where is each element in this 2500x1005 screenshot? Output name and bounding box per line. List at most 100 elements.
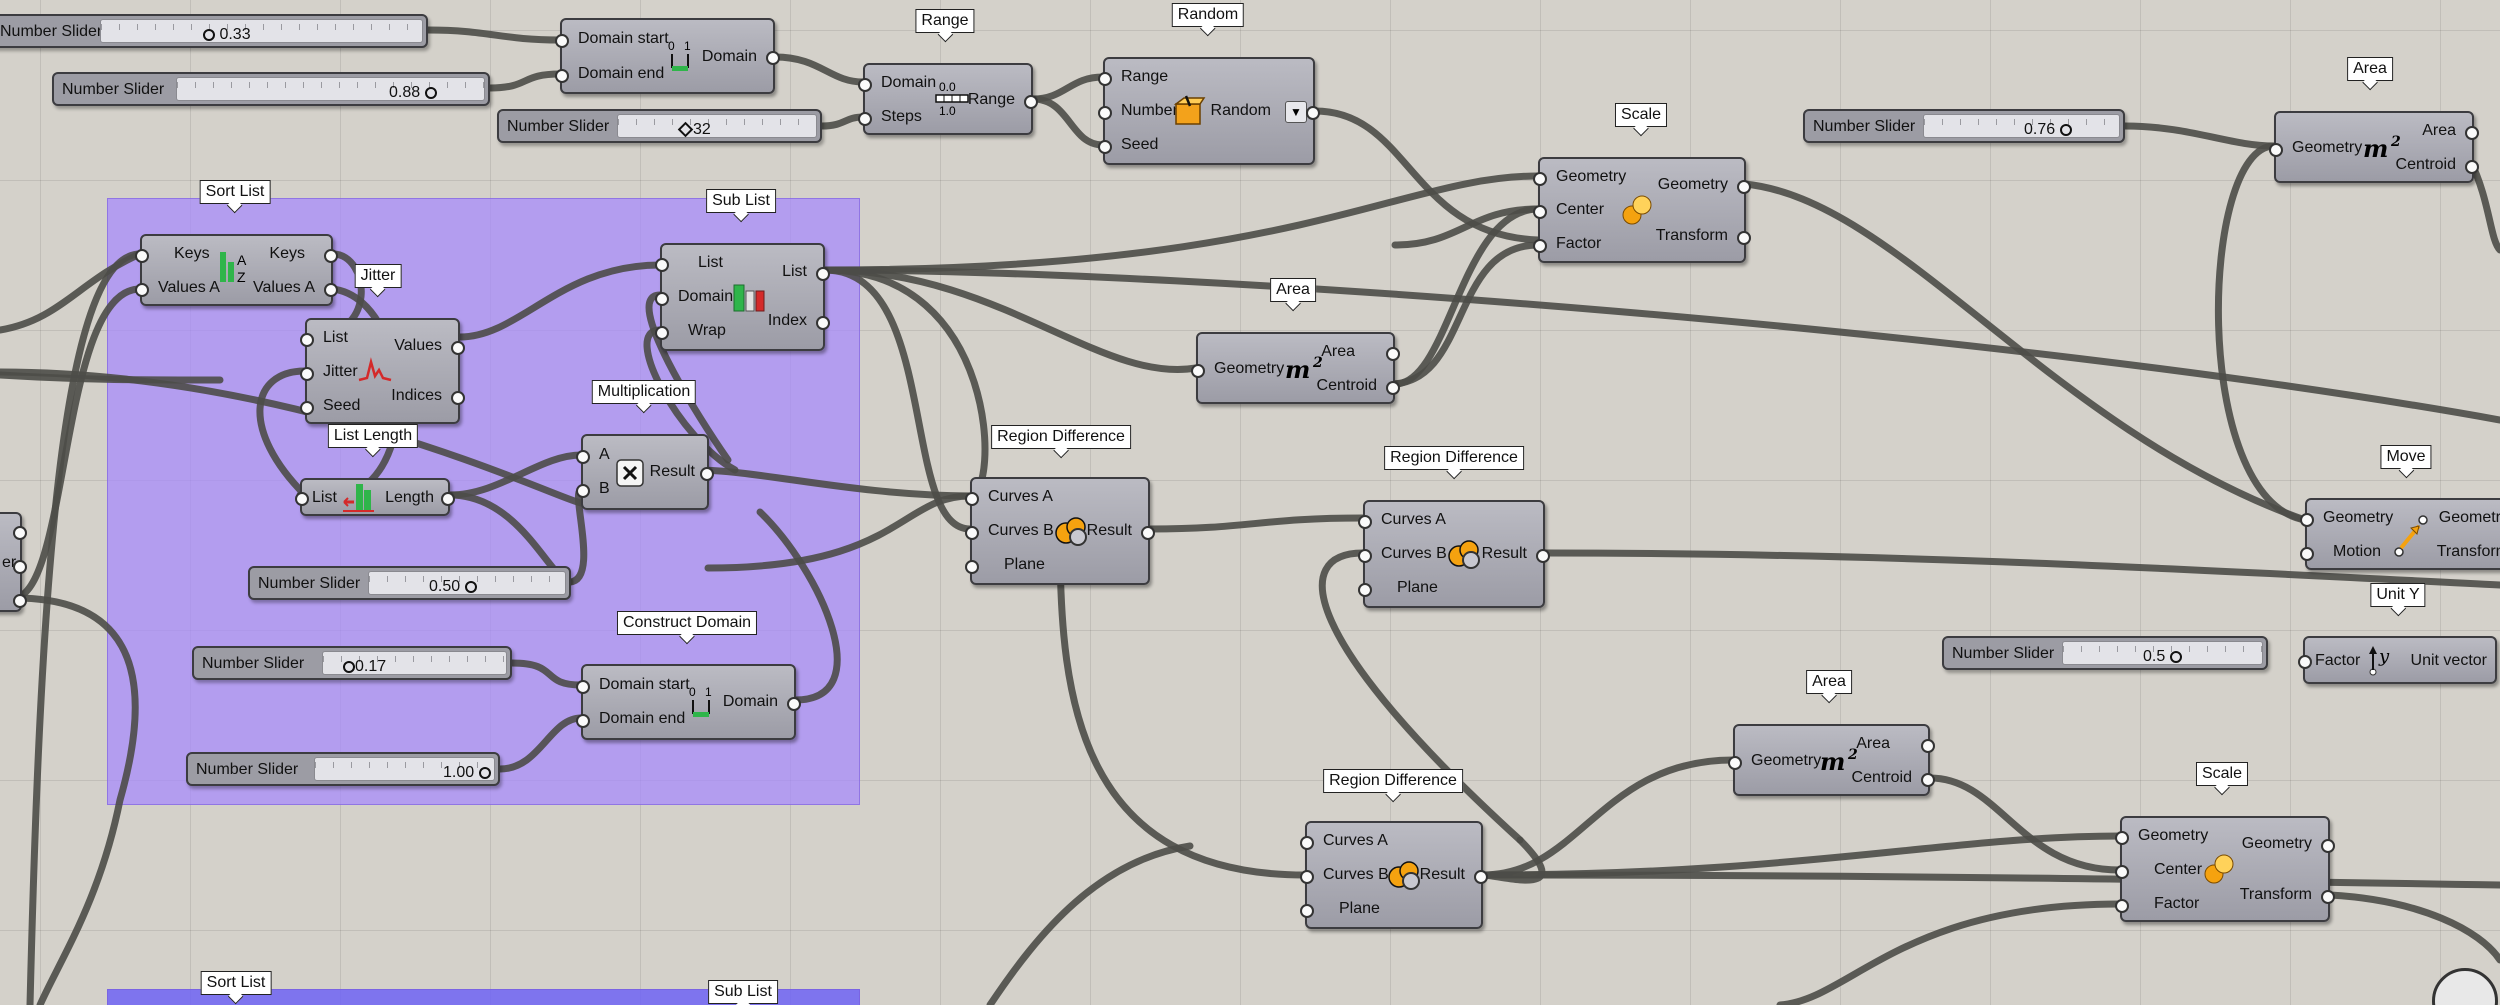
- input-grip[interactable]: [2115, 899, 2129, 913]
- output-grip[interactable]: [13, 526, 27, 540]
- input-grip[interactable]: [655, 326, 669, 340]
- input-grip[interactable]: [858, 112, 872, 126]
- gear-icon[interactable]: [2432, 968, 2498, 1005]
- input-grip[interactable]: [295, 492, 309, 506]
- input-grip[interactable]: [965, 492, 979, 506]
- input-grip[interactable]: [2298, 655, 2312, 669]
- region-difference-component[interactable]: Curves A Curves B Plane Result: [1358, 500, 1550, 608]
- sort-list-component[interactable]: Keys Values A Keys Values A AZ: [135, 234, 338, 306]
- output-grip[interactable]: [2321, 890, 2335, 904]
- construct-domain-component[interactable]: Domain start Domain end Domain 01: [555, 18, 780, 94]
- output-grip[interactable]: [451, 341, 465, 355]
- slider-knob[interactable]: [203, 28, 215, 41]
- input-grip[interactable]: [555, 69, 569, 83]
- output-grip[interactable]: [1386, 347, 1400, 361]
- output-grip[interactable]: [1024, 95, 1038, 109]
- sub-list-component[interactable]: List Domain Wrap List Index: [655, 243, 830, 351]
- input-grip[interactable]: [1098, 72, 1112, 86]
- output-grip[interactable]: [1737, 180, 1751, 194]
- output-grip[interactable]: [441, 492, 455, 506]
- range-component[interactable]: Domain Steps Range 0.0 1.0: [858, 63, 1038, 135]
- output-grip[interactable]: [1921, 773, 1935, 787]
- input-grip[interactable]: [2269, 143, 2283, 157]
- input-grip[interactable]: [576, 680, 590, 694]
- number-slider[interactable]: Number Slider 0.50: [248, 566, 571, 600]
- input-grip[interactable]: [576, 714, 590, 728]
- grasshopper-canvas[interactable]: Number Slider 0.33 Number Slider 0.88 Nu…: [0, 0, 2500, 1005]
- input-grip[interactable]: [1533, 239, 1547, 253]
- input-grip[interactable]: [965, 560, 979, 574]
- output-grip[interactable]: [1536, 549, 1550, 563]
- slider-knob[interactable]: [478, 766, 491, 779]
- input-grip[interactable]: [1358, 549, 1372, 563]
- output-grip[interactable]: [451, 391, 465, 405]
- output-grip[interactable]: [816, 316, 830, 330]
- output-grip[interactable]: [324, 249, 338, 263]
- output-grip[interactable]: [13, 594, 27, 608]
- number-slider[interactable]: Number Slider 0.5: [1942, 636, 2268, 670]
- slider-track[interactable]: 0.17: [322, 651, 507, 675]
- input-grip[interactable]: [2300, 547, 2314, 561]
- slider-track[interactable]: 1.00: [314, 757, 495, 781]
- input-grip[interactable]: [300, 401, 314, 415]
- slider-knob[interactable]: [2059, 123, 2072, 136]
- input-grip[interactable]: [135, 249, 149, 263]
- input-grip[interactable]: [1300, 836, 1314, 850]
- input-grip[interactable]: [858, 78, 872, 92]
- input-grip[interactable]: [300, 333, 314, 347]
- number-slider[interactable]: Number Slider 1.00: [186, 752, 500, 786]
- output-grip[interactable]: [2321, 839, 2335, 853]
- input-grip[interactable]: [300, 367, 314, 381]
- input-grip[interactable]: [576, 450, 590, 464]
- multiplication-component[interactable]: A B Result: [576, 434, 714, 510]
- scale-component[interactable]: Geometry Center Factor Geometry Transfor…: [1533, 157, 1751, 263]
- output-grip[interactable]: [766, 51, 780, 65]
- input-grip[interactable]: [1358, 515, 1372, 529]
- random-component[interactable]: Range Number Seed Random ▼: [1098, 57, 1320, 165]
- output-grip[interactable]: [1306, 106, 1320, 120]
- input-grip[interactable]: [1300, 870, 1314, 884]
- input-grip[interactable]: [135, 283, 149, 297]
- number-slider[interactable]: Number Slider 0.76: [1803, 109, 2125, 143]
- output-grip[interactable]: [1474, 870, 1488, 884]
- slider-knob[interactable]: [424, 86, 437, 99]
- output-grip[interactable]: [1386, 381, 1400, 395]
- number-slider[interactable]: Number Slider 0.17: [192, 646, 512, 680]
- input-grip[interactable]: [1728, 756, 1742, 770]
- number-slider[interactable]: Number Slider 32: [497, 109, 822, 143]
- input-grip[interactable]: [1358, 583, 1372, 597]
- area-component[interactable]: Geometry Area Centroid m2: [1191, 332, 1400, 404]
- slider-knob[interactable]: [2169, 650, 2182, 663]
- region-difference-component[interactable]: Curves A Curves B Plane Result: [1300, 821, 1488, 929]
- slider-track[interactable]: 0.88: [176, 77, 485, 101]
- input-grip[interactable]: [1533, 205, 1547, 219]
- list-length-component[interactable]: List Length: [295, 478, 455, 516]
- input-grip[interactable]: [655, 292, 669, 306]
- construct-domain-component[interactable]: Domain start Domain end Domain 01: [576, 664, 801, 740]
- slider-track[interactable]: 0.5: [2062, 641, 2263, 665]
- slider-track[interactable]: 0.33: [100, 19, 423, 43]
- input-grip[interactable]: [2300, 513, 2314, 527]
- output-grip[interactable]: [816, 267, 830, 281]
- area-component[interactable]: Geometry Area Centroid m2: [2269, 111, 2479, 183]
- input-grip[interactable]: [2115, 865, 2129, 879]
- output-grip[interactable]: [1737, 231, 1751, 245]
- output-grip[interactable]: [324, 283, 338, 297]
- unit-y-component[interactable]: Factor Unit vector y: [2298, 636, 2497, 684]
- input-grip[interactable]: [2115, 831, 2129, 845]
- slider-knob[interactable]: [677, 121, 694, 138]
- output-grip[interactable]: [2465, 126, 2479, 140]
- output-grip[interactable]: [787, 697, 801, 711]
- output-grip[interactable]: [13, 560, 27, 574]
- input-grip[interactable]: [1533, 172, 1547, 186]
- move-component[interactable]: Geometry Motion Geometry Transform: [2300, 498, 2500, 570]
- output-grip[interactable]: [1921, 739, 1935, 753]
- slider-track[interactable]: 32: [617, 114, 817, 138]
- number-slider[interactable]: Number Slider 0.33: [0, 14, 428, 48]
- input-grip[interactable]: [655, 258, 669, 272]
- slider-knob[interactable]: [464, 580, 477, 593]
- input-grip[interactable]: [576, 484, 590, 498]
- output-grip[interactable]: [1141, 526, 1155, 540]
- number-slider[interactable]: Number Slider 0.88: [52, 72, 490, 106]
- output-grip[interactable]: [700, 467, 714, 481]
